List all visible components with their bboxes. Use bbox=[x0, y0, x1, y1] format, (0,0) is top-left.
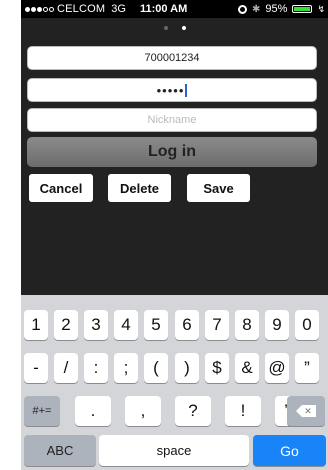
key-9[interactable]: 9 bbox=[265, 310, 289, 340]
bluetooth-icon: ✱ bbox=[252, 3, 261, 15]
key-1[interactable]: 1 bbox=[24, 310, 48, 340]
alarm-icon bbox=[238, 4, 248, 14]
key-close-paren[interactable]: ) bbox=[175, 353, 199, 383]
keyboard-symbol-row: - / : ; ( ) $ & @ ” bbox=[21, 353, 328, 383]
login-button[interactable]: Log in bbox=[27, 137, 317, 167]
key-3[interactable]: 3 bbox=[84, 310, 108, 340]
key-semicolon[interactable]: ; bbox=[114, 353, 138, 383]
key-7[interactable]: 7 bbox=[205, 310, 229, 340]
key-open-paren[interactable]: ( bbox=[144, 353, 168, 383]
key-2[interactable]: 2 bbox=[54, 310, 78, 340]
key-exclamation[interactable]: ! bbox=[225, 396, 261, 426]
save-button[interactable]: Save bbox=[187, 174, 250, 202]
password-field[interactable]: ••••• bbox=[27, 78, 317, 102]
key-period[interactable]: . bbox=[75, 396, 111, 426]
key-space[interactable]: space bbox=[99, 435, 249, 466]
key-backspace[interactable]: ✕ bbox=[287, 396, 325, 426]
key-abc[interactable]: ABC bbox=[24, 435, 96, 466]
keyboard-bottom-row: ABC space Go bbox=[21, 435, 328, 466]
key-hyphen[interactable]: - bbox=[24, 353, 48, 383]
app-screen: CELCOM 3G 11:00 AM ✱ 95% ↯ 700001234 •••… bbox=[21, 0, 328, 470]
key-colon[interactable]: : bbox=[84, 353, 108, 383]
key-4[interactable]: 4 bbox=[114, 310, 138, 340]
keyboard-punctuation-row: #+= . , ? ! ’ ✕ bbox=[21, 396, 328, 426]
key-8[interactable]: 8 bbox=[235, 310, 259, 340]
key-ampersand[interactable]: & bbox=[235, 353, 259, 383]
id-field-value: 700001234 bbox=[144, 52, 200, 64]
keyboard-number-row: 1 2 3 4 5 6 7 8 9 0 bbox=[21, 310, 328, 340]
key-quote[interactable]: ” bbox=[295, 353, 319, 383]
id-field[interactable]: 700001234 bbox=[27, 46, 317, 70]
nickname-placeholder: Nickname bbox=[147, 114, 197, 126]
network-type: 3G bbox=[111, 3, 126, 15]
key-question[interactable]: ? bbox=[175, 396, 211, 426]
page-dot bbox=[164, 26, 168, 30]
key-go[interactable]: Go bbox=[253, 435, 326, 466]
key-5[interactable]: 5 bbox=[144, 310, 168, 340]
signal-strength-icon bbox=[25, 6, 54, 12]
status-bar: CELCOM 3G 11:00 AM ✱ 95% ↯ bbox=[21, 0, 328, 18]
battery-percentage: 95% bbox=[265, 3, 288, 15]
password-field-value: ••••• bbox=[156, 82, 185, 98]
key-at[interactable]: @ bbox=[265, 353, 289, 383]
key-more-symbols[interactable]: #+= bbox=[24, 396, 60, 426]
battery-icon bbox=[292, 5, 313, 13]
key-0[interactable]: 0 bbox=[295, 310, 319, 340]
key-comma[interactable]: , bbox=[125, 396, 161, 426]
key-6[interactable]: 6 bbox=[175, 310, 199, 340]
charging-icon: ↯ bbox=[317, 3, 325, 14]
delete-button[interactable]: Delete bbox=[108, 174, 171, 202]
cancel-button[interactable]: Cancel bbox=[29, 174, 93, 202]
page-dot-active bbox=[182, 26, 186, 30]
text-caret bbox=[185, 83, 188, 97]
carrier-name: CELCOM bbox=[57, 3, 106, 15]
page-indicator bbox=[21, 26, 328, 30]
backspace-icon: ✕ bbox=[296, 405, 316, 417]
key-slash[interactable]: / bbox=[54, 353, 78, 383]
clock: 11:00 AM bbox=[139, 3, 188, 15]
key-dollar[interactable]: $ bbox=[205, 353, 229, 383]
keyboard: 1 2 3 4 5 6 7 8 9 0 - / : ; ( ) $ & @ ” … bbox=[21, 295, 328, 470]
nickname-field[interactable]: Nickname bbox=[27, 108, 317, 132]
